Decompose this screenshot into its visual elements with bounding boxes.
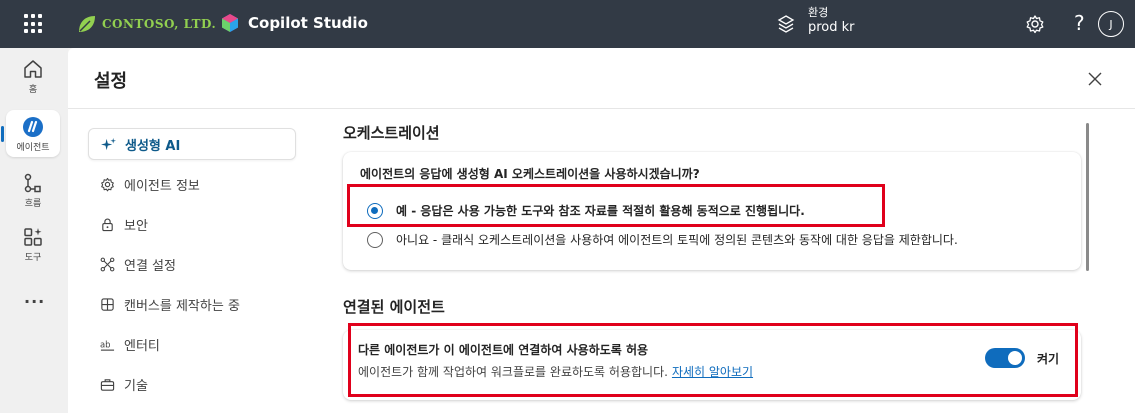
copilot-studio-logo-icon <box>222 14 238 32</box>
brand-name: CONTOSO, LTD. <box>102 17 217 31</box>
tools-icon <box>24 228 42 246</box>
nav-item-security[interactable]: 보안 <box>88 208 296 240</box>
nav-label: 에이전트 정보 <box>124 178 200 194</box>
gear-icon <box>101 177 114 191</box>
nav-item-entities[interactable]: ab 엔터티 <box>88 328 296 360</box>
rail-item-agents[interactable]: 에이전트 <box>6 110 60 157</box>
environment-label: 환경 <box>808 6 829 19</box>
close-icon[interactable] <box>1088 72 1102 86</box>
rail-label-agents: 에이전트 <box>16 143 50 153</box>
nav-item-connection-settings[interactable]: 연결 설정 <box>88 248 296 280</box>
leaf-icon <box>79 16 95 32</box>
agent-icon <box>23 117 43 137</box>
environment-picker[interactable]: 환경 prod kr <box>776 6 855 37</box>
flow-icon <box>24 173 41 193</box>
settings-nav: 생성형 AI 에이전트 정보 보안 연결 설정 캔버스를 제작하는 중 ab 엔… <box>88 128 296 408</box>
environment-icon <box>777 14 795 33</box>
brand-logo: CONTOSO, LTD. <box>76 11 216 37</box>
rail-label-tools: 도구 <box>24 253 42 263</box>
home-icon <box>24 60 42 78</box>
svg-text:ab: ab <box>100 339 111 349</box>
highlight-box-permission <box>348 323 1078 397</box>
left-rail: 홈 에이전트 흐름 도구 ··· <box>0 48 68 413</box>
briefcase-icon <box>100 378 115 391</box>
header-divider <box>68 108 1135 109</box>
product-name: Copilot Studio <box>248 14 368 32</box>
nav-item-generative-ai[interactable]: 생성형 AI <box>88 128 296 160</box>
radio-option-no[interactable]: 아니요 - 클래식 오케스트레이션을 사용하여 에이전트의 토픽에 정의된 콘텐… <box>367 231 958 248</box>
nav-item-canvas[interactable]: 캔버스를 제작하는 중 <box>88 288 296 320</box>
top-bar: CONTOSO, LTD. Copilot Studio 환경 prod kr … <box>0 0 1135 48</box>
highlight-box-option <box>347 184 885 227</box>
scrollbar[interactable] <box>1086 123 1089 271</box>
page-title: 설정 <box>94 71 128 92</box>
connection-icon <box>100 257 115 271</box>
entity-icon: ab <box>100 339 115 351</box>
radio-button[interactable] <box>367 231 383 248</box>
rail-item-tools[interactable]: 도구 <box>6 226 60 263</box>
orchestration-question: 에이전트의 응답에 생성형 AI 오케스트레이션을 사용하시겠습니까? <box>360 167 700 181</box>
rail-label-home: 홈 <box>28 85 38 95</box>
nav-label: 생성형 AI <box>125 138 181 154</box>
nav-item-agent-info[interactable]: 에이전트 정보 <box>88 168 296 200</box>
help-icon[interactable]: ? <box>1074 11 1085 35</box>
lock-icon <box>102 218 113 231</box>
settings-panel: 설정 생성형 AI 에이전트 정보 보안 연결 설정 캔버스를 제작하는 중 a… <box>68 48 1135 413</box>
section-title-orchestration: 오케스트레이션 <box>343 124 440 142</box>
gear-icon[interactable] <box>1025 14 1045 34</box>
more-icon[interactable]: ··· <box>24 292 45 311</box>
sparkle-icon <box>101 137 116 150</box>
nav-label: 보안 <box>124 218 148 234</box>
rail-active-indicator <box>1 126 4 142</box>
rail-item-flows[interactable]: 흐름 <box>6 172 60 209</box>
section-title-connected-agents: 연결된 에이전트 <box>343 298 445 316</box>
rail-item-home[interactable]: 홈 <box>6 58 60 95</box>
nav-label: 기술 <box>124 378 148 394</box>
nav-label: 캔버스를 제작하는 중 <box>124 298 240 314</box>
radio-label-no: 아니요 - 클래식 오케스트레이션을 사용하여 에이전트의 토픽에 정의된 콘텐… <box>396 233 958 247</box>
nav-label: 연결 설정 <box>124 258 176 274</box>
avatar[interactable]: J <box>1098 11 1124 37</box>
canvas-icon <box>101 297 114 311</box>
product[interactable]: Copilot Studio <box>220 13 368 33</box>
nav-item-skills[interactable]: 기술 <box>88 368 296 400</box>
app-launcher-icon[interactable] <box>24 14 44 34</box>
environment-value: prod kr <box>808 20 855 35</box>
nav-label: 엔터티 <box>124 338 160 354</box>
rail-label-flows: 흐름 <box>24 199 42 209</box>
